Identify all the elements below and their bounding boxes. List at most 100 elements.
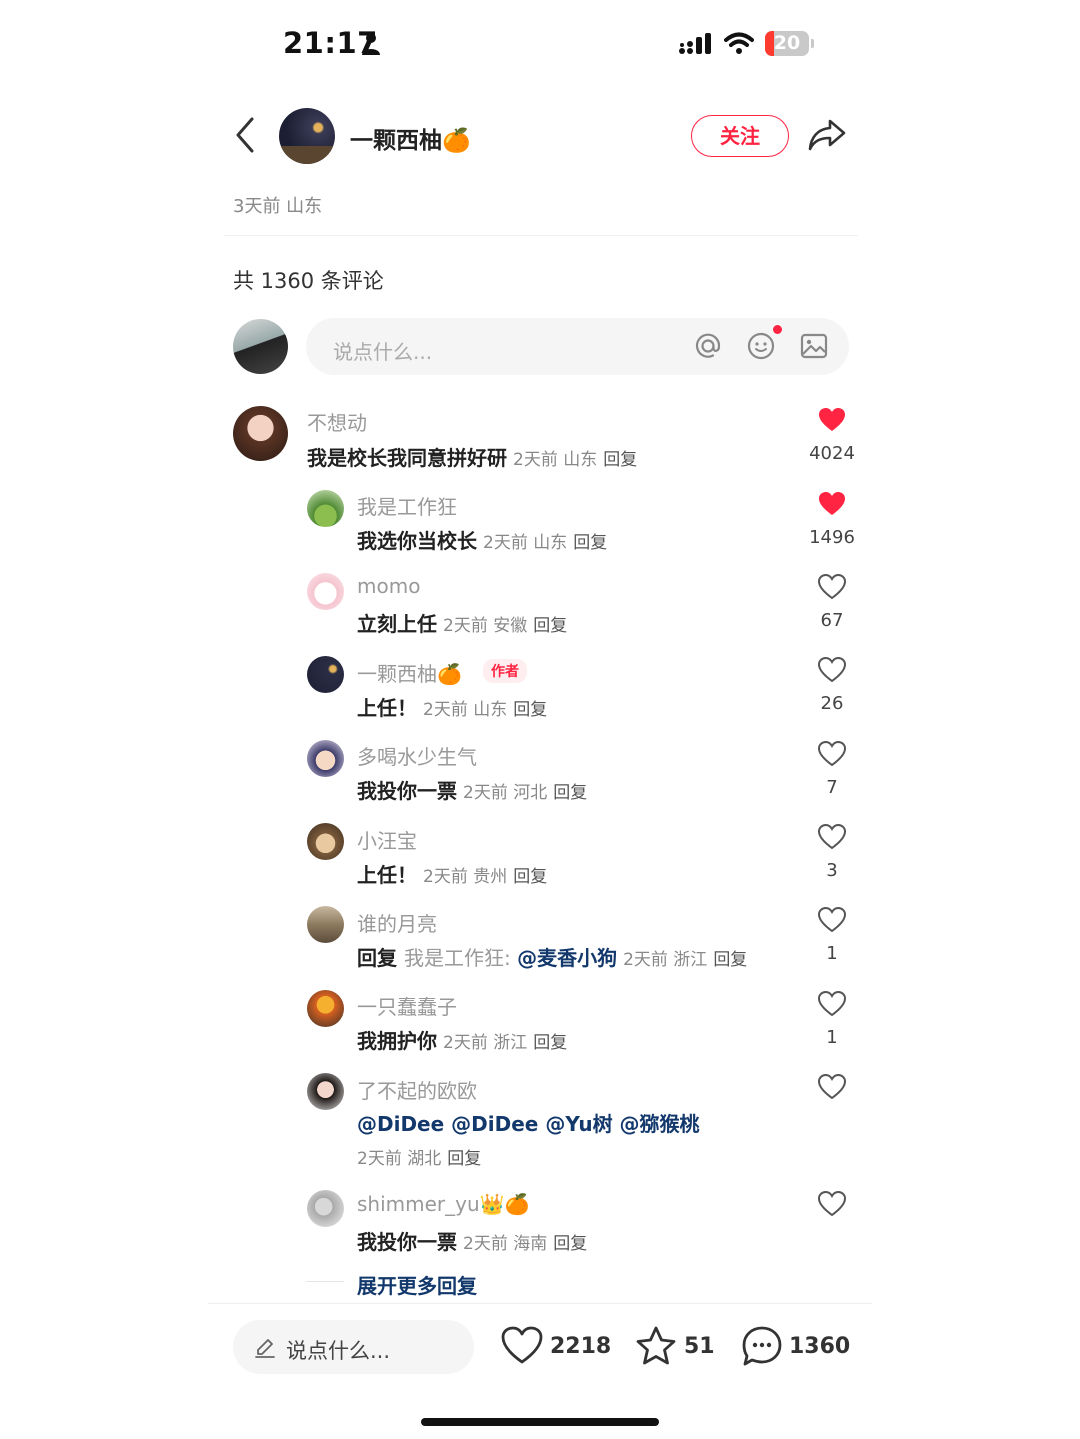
comment-text[interactable]: 我投你一票 2天前 海南 回复 bbox=[357, 1226, 587, 1255]
comment-avatar[interactable] bbox=[233, 406, 288, 461]
comment-body: 上任！ bbox=[357, 696, 417, 720]
comment-meta: 2天前 河北 bbox=[463, 783, 548, 803]
comment-text[interactable]: 我拥护你 2天前 浙江 回复 bbox=[357, 1025, 567, 1054]
comment-text[interactable]: 上任！ 2天前 贵州 回复 bbox=[357, 859, 547, 888]
comment-count: 共 1360 条评论 bbox=[233, 269, 384, 293]
heart-icon[interactable] bbox=[817, 990, 847, 1021]
comment-meta: 2天前 浙江 bbox=[623, 950, 708, 970]
comment-avatar[interactable] bbox=[307, 1190, 344, 1227]
person-icon bbox=[362, 33, 380, 55]
mention-link[interactable]: @DiDee bbox=[451, 1112, 545, 1136]
comment-text[interactable]: 我选你当校长 2天前 山东 回复 bbox=[357, 525, 607, 554]
bottom-input-placeholder: 说点什么... bbox=[286, 1339, 391, 1363]
comment-username[interactable]: 我是工作狂 bbox=[357, 491, 457, 520]
comment-like-count: 1 bbox=[826, 943, 838, 964]
wifi-icon bbox=[724, 32, 754, 54]
comment-avatar[interactable] bbox=[307, 1073, 344, 1110]
mention-link[interactable]: @DiDee bbox=[357, 1112, 451, 1136]
author-name[interactable]: 一颗西柚🍊 bbox=[350, 121, 471, 155]
divider bbox=[224, 235, 858, 236]
back-icon[interactable] bbox=[232, 116, 258, 154]
mention-link[interactable]: @麦香小狗 bbox=[517, 946, 617, 970]
mention-link[interactable]: @猕猴桃 bbox=[620, 1112, 700, 1136]
at-icon[interactable] bbox=[693, 331, 723, 361]
heart-filled-icon[interactable] bbox=[818, 407, 846, 437]
comment-username[interactable]: 一颗西柚🍊 bbox=[357, 658, 462, 687]
comment-avatar[interactable] bbox=[307, 490, 344, 527]
reply-button[interactable]: 回复 bbox=[513, 700, 547, 720]
star-icon[interactable] bbox=[635, 1326, 677, 1366]
comment-text[interactable]: 回复 我是工作狂: @麦香小狗 2天前 浙江 回复 bbox=[357, 942, 747, 971]
heart-icon[interactable] bbox=[817, 573, 847, 604]
reply-button[interactable]: 回复 bbox=[553, 1234, 587, 1254]
heart-icon[interactable] bbox=[817, 740, 847, 771]
heart-icon[interactable] bbox=[817, 906, 847, 937]
mention-link[interactable]: @Yu树 bbox=[545, 1112, 619, 1136]
comment-username[interactable]: 了不起的欧欧 bbox=[357, 1075, 477, 1104]
emoji-icon[interactable] bbox=[746, 331, 776, 361]
follow-button[interactable]: 关注 bbox=[691, 115, 789, 157]
my-avatar bbox=[233, 319, 288, 374]
comment-like-count: 26 bbox=[820, 693, 844, 714]
comment-body: 立刻上任 bbox=[357, 612, 437, 636]
comment-meta: 2天前 浙江 bbox=[443, 1033, 528, 1053]
heart-icon[interactable] bbox=[817, 823, 847, 854]
comment-username[interactable]: 不想动 bbox=[307, 407, 367, 436]
heart-icon[interactable] bbox=[817, 656, 847, 687]
author-tag: 作者 bbox=[483, 659, 527, 683]
image-icon[interactable] bbox=[800, 333, 828, 359]
comment-username[interactable]: 小汪宝 bbox=[357, 825, 417, 854]
comment-body: 我投你一票 bbox=[357, 1230, 457, 1254]
comment-meta: 2天前 安徽 bbox=[443, 616, 528, 636]
comment-meta: 2天前 海南 bbox=[463, 1234, 548, 1254]
post-meta: 3天前 山东 bbox=[233, 196, 323, 217]
comment-username[interactable]: 一只蠢蠢子 bbox=[357, 991, 457, 1020]
comment-meta: 2天前 山东 bbox=[483, 533, 568, 553]
reply-button[interactable]: 回复 bbox=[447, 1149, 481, 1169]
comment-text[interactable]: 我投你一票 2天前 河北 回复 bbox=[357, 775, 587, 804]
share-icon[interactable] bbox=[808, 118, 846, 152]
comment-text[interactable]: 上任！ 2天前 山东 回复 bbox=[357, 692, 547, 721]
comment-avatar[interactable] bbox=[307, 823, 344, 860]
comment-like-count: 4024 bbox=[809, 443, 855, 464]
comment-text[interactable]: 立刻上任 2天前 安徽 回复 bbox=[357, 608, 567, 637]
comment-meta: 2天前 山东 bbox=[423, 700, 508, 720]
reply-button[interactable]: 回复 bbox=[533, 616, 567, 636]
comment-username[interactable]: shimmer_yu👑🍊 bbox=[357, 1192, 529, 1216]
reply-button[interactable]: 回复 bbox=[603, 450, 637, 470]
reply-button[interactable]: 回复 bbox=[573, 533, 607, 553]
comment-avatar[interactable] bbox=[307, 906, 344, 943]
comment-text[interactable]: 我是校长我同意拼好研 2天前 山东 回复 bbox=[307, 442, 637, 471]
comment-like-count: 1496 bbox=[809, 527, 855, 548]
comment-total: 1360 bbox=[789, 1334, 851, 1359]
comment-username[interactable]: momo bbox=[357, 574, 420, 598]
home-indicator bbox=[421, 1418, 659, 1426]
reply-button[interactable]: 回复 bbox=[553, 783, 587, 803]
author-avatar[interactable] bbox=[279, 108, 335, 164]
battery-percent: 20 bbox=[773, 32, 801, 54]
heart-icon[interactable] bbox=[817, 1073, 847, 1104]
comment-username[interactable]: 多喝水少生气 bbox=[357, 741, 477, 770]
like-icon[interactable] bbox=[501, 1326, 543, 1366]
reply-button[interactable]: 回复 bbox=[513, 867, 547, 887]
notification-dot bbox=[773, 325, 782, 334]
comment-avatar[interactable] bbox=[307, 573, 344, 610]
comment-avatar[interactable] bbox=[307, 656, 344, 693]
heart-icon[interactable] bbox=[817, 1190, 847, 1221]
comment-text[interactable]: @DiDee @DiDee @Yu树 @猕猴桃 bbox=[357, 1108, 700, 1137]
bottom-divider bbox=[208, 1303, 872, 1304]
reply-button[interactable]: 回复 bbox=[533, 1033, 567, 1053]
pen-icon bbox=[255, 1339, 275, 1358]
expand-more-replies[interactable]: 展开更多回复 bbox=[357, 1270, 477, 1299]
comment-avatar[interactable] bbox=[307, 990, 344, 1027]
comment-meta: 2天前 山东 bbox=[513, 450, 598, 470]
comment-username[interactable]: 谁的月亮 bbox=[357, 908, 437, 937]
reply-button[interactable]: 回复 bbox=[713, 950, 747, 970]
reply-to-user[interactable]: 我是工作狂: bbox=[404, 946, 517, 970]
heart-filled-icon[interactable] bbox=[818, 491, 846, 521]
comment-avatar[interactable] bbox=[307, 740, 344, 777]
battery-tip bbox=[811, 39, 814, 48]
like-count: 2218 bbox=[550, 1334, 612, 1359]
comment-meta: 2天前 湖北 bbox=[357, 1149, 442, 1169]
comment-icon[interactable] bbox=[741, 1325, 783, 1367]
